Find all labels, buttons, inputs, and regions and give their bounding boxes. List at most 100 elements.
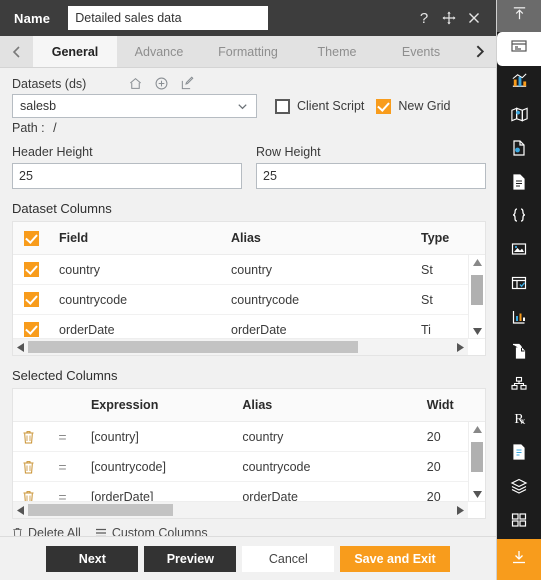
table-row[interactable]: = [countrycode] countrycode 20 [13,452,485,482]
delete-all-button[interactable]: Delete All [12,526,81,536]
name-label: Name [14,10,51,26]
plus-circle-icon[interactable] [154,76,169,91]
preview-button[interactable]: Preview [144,545,237,572]
row-height-label: Row Height [256,145,321,159]
column-header-field[interactable]: Field [49,231,231,245]
select-all-checkbox[interactable] [23,230,39,246]
select-all-cell[interactable] [13,230,49,246]
scroll-right-icon[interactable] [453,342,468,352]
cancel-button[interactable]: Cancel [242,545,335,572]
scroll-down-icon[interactable] [472,324,482,338]
sidebar-item-image[interactable] [497,235,541,269]
sidebar-item-chart-axis[interactable] [497,302,541,336]
scroll-left-icon[interactable] [13,342,28,352]
delete-row-button[interactable] [13,430,44,444]
custom-columns-button[interactable]: Custom Columns [95,526,208,536]
custom-columns-label: Custom Columns [111,526,208,536]
help-question-icon[interactable]: ? [416,10,432,26]
sidebar-item-report-layout[interactable] [497,32,541,66]
header-height-label: Header Height [12,145,93,159]
sidebar-item-document-lines[interactable] [497,167,541,201]
move-icon[interactable] [441,10,457,26]
cell-expression: [countrycode] [90,459,166,474]
sidebar-item-prescription[interactable]: Rx [497,404,541,438]
column-header-alias[interactable]: Alias [231,231,421,245]
row-checkbox[interactable] [23,292,39,307]
dataset-columns-hscrollbar[interactable] [13,338,485,355]
selected-columns-hscrollbar[interactable] [13,501,485,518]
sidebar-item-document-list[interactable] [497,438,541,472]
chevron-left-icon[interactable] [0,36,33,67]
header-height-input[interactable] [12,163,242,189]
general-tab-panel: Datasets (ds) salesb Client Script New G… [0,68,496,536]
vscroll-track[interactable] [469,436,485,487]
new-grid-checkbox-group[interactable]: New Grid [376,98,451,114]
scroll-down-icon[interactable] [472,487,482,501]
row-checkbox-cell[interactable] [13,292,49,307]
download-button[interactable] [497,539,541,580]
hscroll-track[interactable] [28,339,453,355]
client-script-checkbox-group[interactable]: Client Script [275,98,364,114]
scroll-left-icon[interactable] [13,505,28,515]
new-grid-checkbox[interactable] [376,98,392,114]
scroll-up-icon[interactable] [472,255,482,269]
dataset-columns-vscrollbar[interactable] [468,255,485,338]
scroll-up-icon[interactable] [472,422,482,436]
sidebar-item-script[interactable] [497,201,541,235]
row-checkbox-cell[interactable] [13,322,49,337]
name-input[interactable] [68,6,269,30]
tab-general[interactable]: General [33,36,117,67]
edit-pencil-icon[interactable] [180,76,195,91]
sidebar-item-map[interactable] [497,100,541,134]
tab-theme[interactable]: Theme [295,36,379,67]
sidebar-item-copy-document[interactable] [497,336,541,370]
sidebar-item-chart[interactable] [497,66,541,100]
delete-row-button[interactable] [13,460,44,474]
home-icon[interactable] [128,76,143,91]
row-checkbox-cell[interactable] [13,262,49,277]
map-icon [510,105,529,129]
datasets-toolbar [128,76,195,91]
column-header-width[interactable]: Widt [427,398,485,412]
table-row[interactable]: countrycode countrycode St [13,285,485,315]
hscroll-thumb[interactable] [28,504,173,516]
hscroll-track[interactable] [28,502,453,518]
sidebar-item-table-check[interactable] [497,269,541,303]
dataset-select[interactable]: salesb [12,94,257,118]
table-row[interactable]: country country St [13,255,485,285]
equals-icon[interactable]: = [44,429,81,445]
save-and-exit-button[interactable]: Save and Exit [340,545,450,572]
sidebar-item-grid-squares[interactable] [497,505,541,539]
vscroll-thumb[interactable] [471,442,483,472]
collapse-panel-button[interactable] [497,0,541,33]
row-checkbox[interactable] [23,322,39,337]
tab-label: Advance [134,44,184,59]
vscroll-thumb[interactable] [471,275,483,305]
table-row[interactable]: = [country] country 20 [13,422,485,452]
dataset-columns-grid: Field Alias Type country country St coun… [12,221,486,356]
equals-icon[interactable]: = [44,459,81,475]
column-header-expression[interactable]: Expression [81,398,242,412]
next-button[interactable]: Next [46,545,139,572]
tab-events[interactable]: Events [379,36,463,67]
scroll-right-icon[interactable] [453,505,468,515]
row-height-input[interactable] [256,163,486,189]
cell-alias: country [242,429,284,444]
column-header-alias[interactable]: Alias [242,398,426,412]
tab-advance[interactable]: Advance [117,36,201,67]
column-header-type[interactable]: Type [421,231,481,245]
hscroll-thumb[interactable] [28,341,358,353]
tab-formatting[interactable]: Formatting [201,36,295,67]
chevron-right-icon[interactable] [463,36,496,67]
new-grid-label: New Grid [398,99,451,113]
sidebar-item-hierarchy[interactable] [497,370,541,404]
report-designer-window: Name ? Gene [0,0,541,580]
selected-columns-vscrollbar[interactable] [468,422,485,501]
close-icon[interactable] [466,10,482,26]
sidebar-item-document-badge[interactable] [497,133,541,167]
vscroll-track[interactable] [469,269,485,324]
row-checkbox[interactable] [23,262,39,277]
client-script-checkbox[interactable] [275,98,290,114]
sidebar-item-layers[interactable] [497,471,541,505]
cell-expression: [country] [90,429,139,444]
